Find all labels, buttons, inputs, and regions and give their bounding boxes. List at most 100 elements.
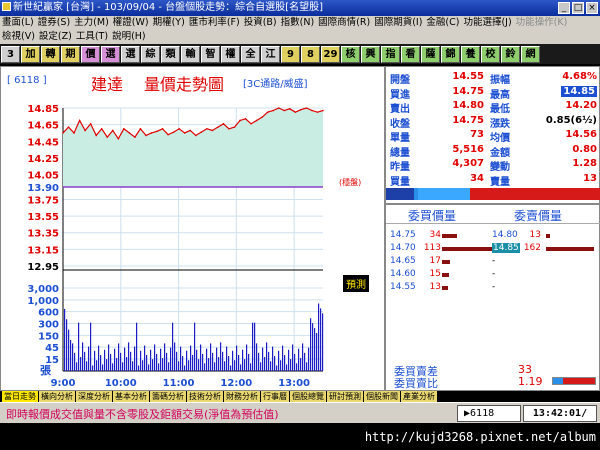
menu-item[interactable]: 功能操作(K) (516, 16, 568, 30)
menu-item[interactable]: 投資(B) (244, 16, 277, 30)
volume-bar (318, 303, 320, 371)
analysis-tab[interactable]: 產業分析 (401, 391, 437, 402)
toolbar-button[interactable]: 29 (321, 45, 340, 63)
analysis-tab[interactable]: 橫向分析 (39, 391, 75, 402)
toolbar-button[interactable]: 錦 (441, 45, 460, 63)
analysis-tab[interactable]: 技術分析 (187, 391, 223, 402)
menu-item[interactable]: 金融(C) (426, 16, 459, 30)
analysis-tab[interactable]: 當日走勢 (2, 391, 38, 402)
toolbar-button[interactable]: 選 (121, 45, 140, 63)
quote-row: 收盤 14.75 漲跌 0.85(6½) (386, 114, 600, 130)
volume-bar (310, 318, 312, 371)
menu-item[interactable]: 指數(N) (281, 16, 315, 30)
minimize-icon[interactable]: _ (558, 2, 570, 14)
volume-bar (126, 357, 128, 371)
toolbar-button[interactable]: 輸 (181, 45, 200, 63)
toolbar-button[interactable]: 綜 (141, 45, 160, 63)
menu-item[interactable]: 國際期貨(I) (374, 16, 422, 30)
menu-item[interactable]: 主力(M) (74, 16, 109, 30)
quote-panel: 開盤 14.55 振幅 4.68% 買進 14.75 最高 14.85 賣出 14.80 最低 14.… (385, 66, 600, 391)
menu-item[interactable]: 工具(T) (76, 30, 108, 44)
menu-item[interactable]: 畫面(L) (2, 16, 34, 30)
close-icon[interactable]: × (586, 2, 598, 14)
toolbar-button[interactable]: 加 (21, 45, 40, 63)
menu-item[interactable]: 匯市利率(F) (189, 16, 240, 30)
toolbar-button[interactable]: 網 (521, 45, 540, 63)
toolbar-button[interactable]: 看 (401, 45, 420, 63)
menu-item[interactable]: 權證(W) (113, 16, 149, 30)
toolbar-button[interactable]: 鈴 (501, 45, 520, 63)
analysis-tab[interactable]: 基本分析 (113, 391, 149, 402)
menu-item[interactable]: 證券(S) (38, 16, 70, 30)
menu-item[interactable]: 期權(Y) (153, 16, 185, 30)
menu-item[interactable]: 檢視(V) (2, 30, 35, 44)
analysis-tab[interactable]: 個股總覽 (290, 391, 326, 402)
menu-item[interactable]: 說明(H) (112, 30, 146, 44)
toolbar-button[interactable]: 3 (1, 45, 20, 63)
volume-bar (104, 349, 106, 371)
volume-bar (202, 353, 204, 371)
volume-bar (172, 322, 174, 371)
toolbar-button[interactable]: 8 (301, 45, 320, 63)
ask-volume: 162 (523, 243, 541, 253)
analysis-tab[interactable]: 深度分析 (76, 391, 112, 402)
volume-bar (232, 350, 234, 371)
volume-bar (74, 352, 76, 371)
volume-bar (236, 345, 238, 371)
volume-bar (262, 347, 264, 371)
toolbar-button[interactable]: 全 (241, 45, 260, 63)
volume-bar (70, 339, 72, 371)
menu-item[interactable]: 功能選擇(J) (463, 16, 511, 30)
price-point (272, 109, 275, 112)
menu-item[interactable]: 設定(Z) (39, 30, 72, 44)
toolbar-button[interactable]: 類 (161, 45, 180, 63)
toolbar-button[interactable]: 智 (201, 45, 220, 63)
clock-display: 13:42:01/ (523, 405, 597, 422)
analysis-tab[interactable]: 籌碼分析 (150, 391, 186, 402)
volume-bar (240, 364, 242, 371)
toolbar-button[interactable]: 興 (361, 45, 380, 63)
toolbar-button[interactable]: 校 (481, 45, 500, 63)
price-volume-chart-panel: [ 6118 ] 建達 量價走勢圖 [3C通路/威盛] 14.85 14.65 14… (0, 66, 385, 391)
price-point (266, 111, 269, 113)
volume-bar (162, 358, 164, 371)
analysis-tab[interactable]: 財務分析 (224, 391, 260, 402)
analysis-tab[interactable]: 個股新聞 (364, 391, 400, 402)
toolbar-button[interactable]: 轉 (41, 45, 60, 63)
toolbar-button[interactable]: 養 (461, 45, 480, 63)
volume-bar (208, 358, 210, 371)
bid-volume: 15 (429, 269, 441, 279)
forecast-button[interactable]: 預測 (343, 275, 369, 292)
price-point (183, 132, 186, 134)
bid-header: 委買價量 (408, 209, 457, 223)
volume-bar (268, 351, 270, 371)
toolbar-button[interactable]: 薩 (421, 45, 440, 63)
volume-bar (226, 346, 228, 371)
toolbar-button[interactable]: 指 (381, 45, 400, 63)
toolbar-button[interactable]: 價 (81, 45, 100, 63)
price-point (194, 134, 197, 137)
stock-code-input[interactable]: ▶6118 (457, 405, 521, 422)
volume-bar (134, 346, 136, 371)
quote-value: 14.75 (452, 114, 484, 126)
bid-volume-bar (442, 273, 449, 277)
analysis-tab[interactable]: 行事曆 (261, 391, 289, 402)
volume-bar (254, 322, 256, 371)
volume-bar (248, 353, 250, 371)
analysis-tab[interactable]: 研討預測 (327, 391, 363, 402)
toolbar-button[interactable]: 選 (101, 45, 120, 63)
menu-item[interactable]: 國際商情(R) (318, 16, 370, 30)
price-point (172, 131, 175, 133)
volume-bar (298, 348, 300, 371)
maximize-icon[interactable]: □ (572, 2, 584, 14)
toolbar-button[interactable]: 期 (61, 45, 80, 63)
toolbar-button[interactable]: 江 (261, 45, 280, 63)
toolbar-button[interactable]: 權 (221, 45, 240, 63)
ask-volume: 13 (529, 230, 541, 240)
toolbar-button[interactable]: 核 (341, 45, 360, 63)
toolbar-button[interactable]: 9 (281, 45, 300, 63)
volume-bar (216, 347, 218, 371)
price-point (277, 107, 280, 109)
quote-row: 開盤 14.55 振幅 4.68% (386, 71, 600, 86)
quote-label: 均價 (490, 133, 510, 144)
